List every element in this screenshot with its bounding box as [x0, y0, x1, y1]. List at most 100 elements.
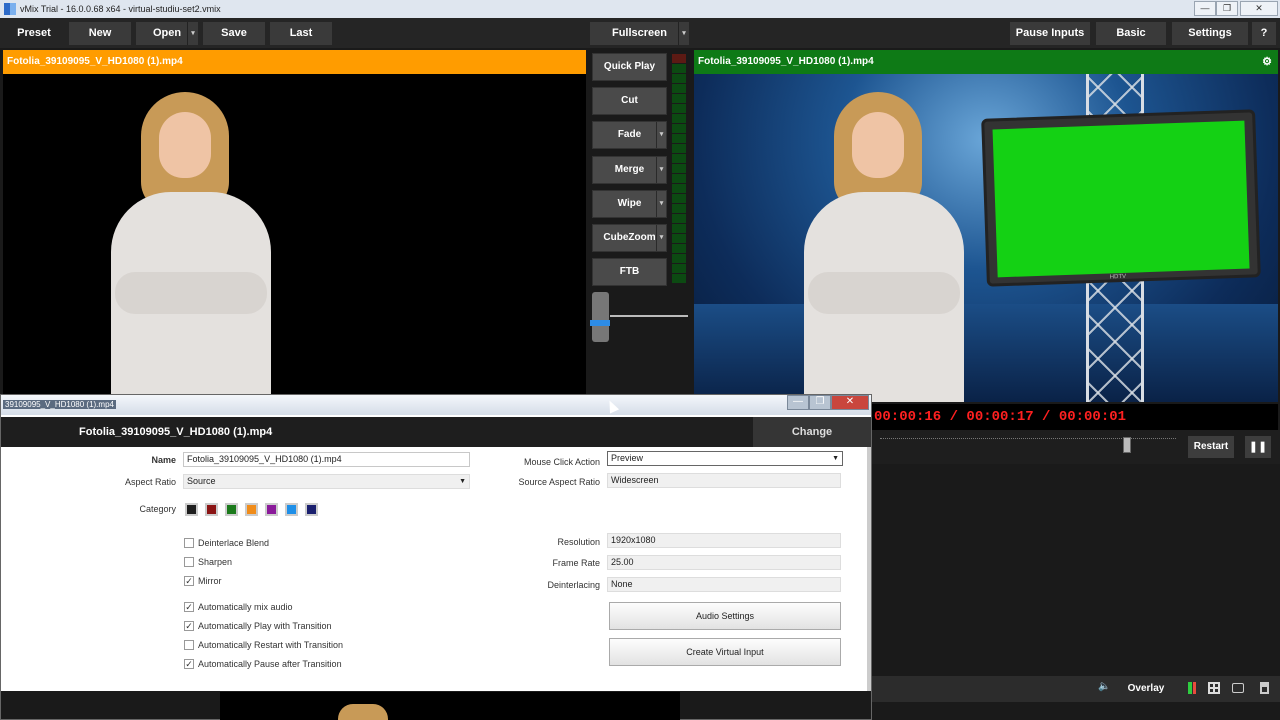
record-icon[interactable] [1232, 683, 1244, 693]
studio-monitor: HDTV [981, 109, 1261, 287]
dialog-close-button[interactable]: ✕ [831, 395, 869, 410]
resolution-label: Resolution [557, 537, 600, 547]
wipe-dropdown-icon[interactable]: ▾ [656, 191, 666, 217]
fade-label: Fade [617, 129, 642, 140]
category-label: Category [139, 504, 176, 514]
position-slider-handle[interactable] [1123, 437, 1131, 453]
dialog-maximize-button[interactable]: ❐ [809, 395, 831, 410]
input-properties-dialog: 39109095_V_HD1080 (1).mp4 — ❐ ✕ Fotolia_… [0, 394, 872, 720]
last-button[interactable]: Last [270, 22, 332, 45]
merge-dropdown-icon[interactable]: ▾ [656, 157, 666, 183]
audio-level-icon[interactable] [1188, 682, 1192, 694]
source-aspect-value: Widescreen [607, 473, 841, 488]
category-swatch[interactable] [225, 503, 238, 516]
create-virtual-input-button[interactable]: Create Virtual Input [609, 638, 841, 666]
mouse-click-value: Preview [611, 453, 644, 463]
cubezoom-dropdown-icon[interactable]: ▾ [656, 225, 666, 251]
checkbox[interactable]: ✓ [184, 659, 194, 669]
dialog-input-name: Fotolia_39109095_V_HD1080 (1).mp4 [79, 426, 273, 438]
help-button[interactable]: ? [1252, 22, 1276, 45]
speaker-icon[interactable]: 🔈 [1098, 681, 1110, 692]
deinterlacing-value: None [607, 577, 841, 592]
fade-dropdown-icon[interactable]: ▾ [656, 122, 666, 148]
save-button[interactable]: Save [203, 22, 265, 45]
category-swatch[interactable] [285, 503, 298, 516]
merge-button[interactable]: Merge ▾ [592, 156, 667, 184]
input-thumbnail[interactable] [220, 692, 680, 720]
checkbox[interactable]: ✓ [184, 576, 194, 586]
resolution-value: 1920x1080 [607, 533, 841, 548]
checkbox-label[interactable]: Automatically Pause after Transition [198, 659, 342, 669]
deinterlacing-label: Deinterlacing [547, 580, 600, 590]
checkbox[interactable]: ✓ [184, 602, 194, 612]
category-swatch[interactable] [245, 503, 258, 516]
open-dropdown-icon[interactable]: ▾ [187, 22, 198, 45]
quick-play-button[interactable]: Quick Play [592, 53, 667, 81]
cubezoom-button[interactable]: CubeZoom ▾ [592, 224, 667, 252]
dialog-titlebar[interactable]: 39109095_V_HD1080 (1).mp4 — ❐ ✕ [1, 395, 871, 415]
t-bar-indicator [590, 320, 610, 326]
minimize-button[interactable]: — [1194, 1, 1216, 16]
checkbox[interactable] [184, 640, 194, 650]
chevron-down-icon: ▼ [832, 455, 839, 462]
category-swatch[interactable] [205, 503, 218, 516]
dialog-scrollbar[interactable] [867, 447, 871, 691]
open-button[interactable]: Open ▾ [136, 22, 198, 45]
checkbox-label[interactable]: Mirror [198, 576, 222, 586]
checkbox-label[interactable]: Automatically Restart with Transition [198, 640, 343, 650]
preview-title: Fotolia_39109095_V_HD1080 (1).mp4 [3, 50, 586, 74]
change-button[interactable]: Change [753, 417, 871, 447]
close-button[interactable]: ✕ [1240, 1, 1278, 16]
output-timecode: 00:00:16 / 00:00:17 / 00:00:01 [872, 404, 1278, 430]
audio-level-peak-icon [1193, 682, 1196, 694]
name-field[interactable]: Fotolia_39109095_V_HD1080 (1).mp4 [183, 452, 470, 467]
presenter-composite [804, 92, 964, 402]
output-title: Fotolia_39109095_V_HD1080 (1).mp4 ⚙ [694, 50, 1278, 74]
basic-button[interactable]: Basic [1096, 22, 1166, 45]
audio-settings-button[interactable]: Audio Settings [609, 602, 841, 630]
gear-icon[interactable]: ⚙ [1262, 50, 1272, 74]
position-slider-track[interactable] [880, 438, 1176, 440]
maximize-button[interactable]: ❐ [1216, 1, 1238, 16]
name-label: Name [151, 455, 176, 465]
dialog-title: 39109095_V_HD1080 (1).mp4 [3, 400, 116, 409]
fade-button[interactable]: Fade ▾ [592, 121, 667, 149]
checkbox[interactable]: ✓ [184, 621, 194, 631]
checkbox-label[interactable]: Automatically mix audio [198, 602, 293, 612]
checkbox[interactable] [184, 538, 194, 548]
category-swatch[interactable] [305, 503, 318, 516]
checkbox-label[interactable]: Sharpen [198, 557, 232, 567]
wipe-button[interactable]: Wipe ▾ [592, 190, 667, 218]
audio-meter [672, 54, 686, 284]
bottom-bar: 🔈 [872, 676, 1280, 702]
category-swatch[interactable] [265, 503, 278, 516]
preview-video[interactable] [3, 74, 586, 394]
restart-button[interactable]: Restart [1188, 436, 1234, 458]
mouse-click-select[interactable]: Preview ▼ [607, 451, 843, 466]
fullscreen-label: Fullscreen [611, 27, 668, 39]
pause-button[interactable]: ❚❚ [1245, 436, 1271, 458]
dialog-minimize-button[interactable]: — [787, 395, 809, 410]
pause-inputs-button[interactable]: Pause Inputs [1010, 22, 1090, 45]
window-titlebar: vMix Trial - 16.0.0.68 x64 - virtual-stu… [0, 0, 1280, 18]
preset-button[interactable]: Preset [4, 22, 64, 45]
checkbox[interactable] [184, 557, 194, 567]
monitor-brand: HDTV [1109, 273, 1127, 281]
category-swatch[interactable] [185, 503, 198, 516]
aspect-ratio-label: Aspect Ratio [124, 477, 176, 487]
fullscreen-button[interactable]: Fullscreen ▾ [590, 22, 689, 45]
checkbox-label[interactable]: Automatically Play with Transition [198, 621, 332, 631]
vmix-logo-icon [4, 3, 16, 15]
settings-button[interactable]: Settings [1172, 22, 1248, 45]
t-bar-handle[interactable] [592, 292, 609, 342]
new-button[interactable]: New [69, 22, 131, 45]
grid-icon[interactable] [1208, 682, 1220, 694]
overlay-button[interactable]: Overlay [1118, 680, 1174, 698]
checkbox-label[interactable]: Deinterlace Blend [198, 538, 269, 548]
chevron-down-icon: ▼ [459, 478, 466, 485]
aspect-ratio-select[interactable]: Source ▼ [183, 474, 470, 489]
cut-button[interactable]: Cut [592, 87, 667, 115]
fullscreen-dropdown-icon[interactable]: ▾ [678, 22, 689, 45]
lock-icon[interactable] [1260, 682, 1269, 694]
ftb-button[interactable]: FTB [592, 258, 667, 286]
